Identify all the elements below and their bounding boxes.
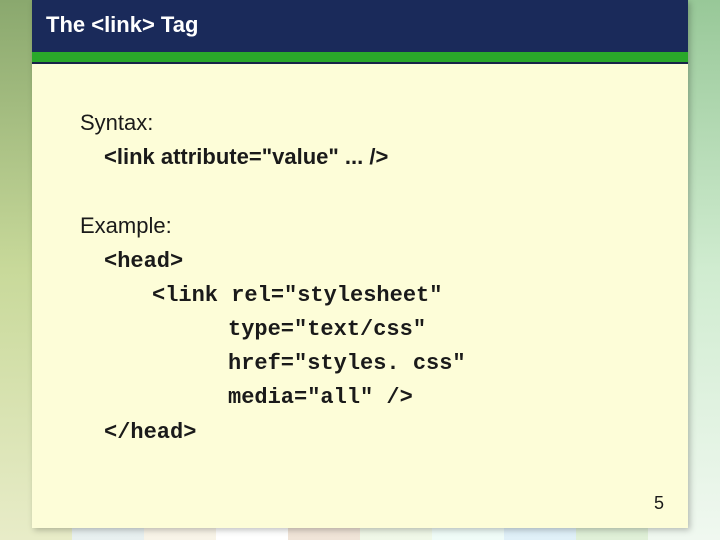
code-line: href="styles. css" xyxy=(104,347,640,381)
example-code-block: <head> <link rel="stylesheet" type="text… xyxy=(80,245,640,450)
code-line: </head> xyxy=(104,420,196,445)
syntax-code: <link attribute="value" ... /> xyxy=(80,142,640,172)
code-line: type="text/css" xyxy=(104,313,640,347)
slide-title: The <link> Tag xyxy=(32,0,688,52)
code-line: <head> xyxy=(104,249,183,274)
example-label: Example: xyxy=(80,211,640,241)
slide-content: Syntax: <link attribute="value" ... /> E… xyxy=(32,64,688,450)
slide: The <link> Tag Syntax: <link attribute="… xyxy=(32,0,688,528)
syntax-label: Syntax: xyxy=(80,108,640,138)
code-line: <link rel="stylesheet" xyxy=(104,279,640,313)
code-line: media="all" /> xyxy=(104,381,640,415)
page-number: 5 xyxy=(654,493,664,514)
accent-bar xyxy=(32,52,688,62)
